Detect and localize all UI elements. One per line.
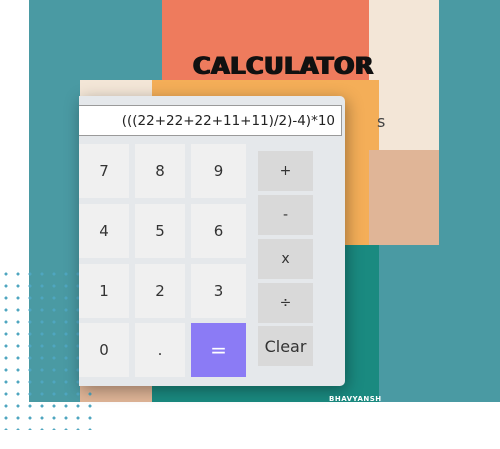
key-3[interactable]: 3 (191, 264, 246, 318)
key-1[interactable]: 1 (79, 264, 129, 318)
key-7[interactable]: 7 (79, 144, 129, 198)
key-4[interactable]: 4 (79, 204, 129, 258)
key-minus[interactable]: - (258, 195, 313, 235)
key-8[interactable]: 8 (135, 144, 185, 198)
key-clear[interactable]: Clear (258, 326, 313, 366)
key-6[interactable]: 6 (191, 204, 246, 258)
calculator-display[interactable]: (((22+22+22+11+11)/2)-4)*10 (79, 105, 342, 136)
partially-hidden-text: s (377, 112, 386, 131)
key-decimal[interactable]: . (135, 323, 185, 377)
key-multiply[interactable]: x (258, 239, 313, 279)
key-0[interactable]: 0 (79, 323, 129, 377)
key-5[interactable]: 5 (135, 204, 185, 258)
page-title: CALCULATOR (193, 52, 374, 80)
watermark-text: BHAVYANSH (329, 395, 382, 403)
key-divide[interactable]: ÷ (258, 283, 313, 323)
key-plus[interactable]: + (258, 151, 313, 191)
display-value: (((22+22+22+11+11)/2)-4)*10 (121, 112, 335, 129)
key-equals[interactable]: = (191, 323, 246, 377)
key-2[interactable]: 2 (135, 264, 185, 318)
background-peach-panel (369, 150, 439, 245)
key-9[interactable]: 9 (191, 144, 246, 198)
